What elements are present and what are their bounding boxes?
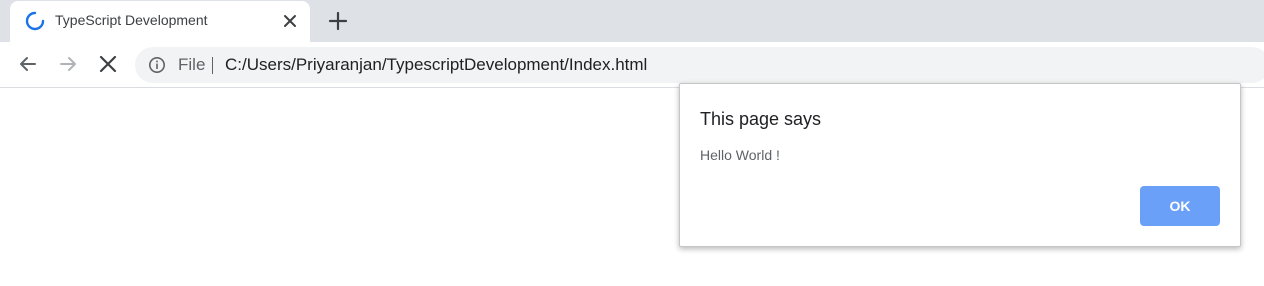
loading-spinner-icon — [25, 11, 45, 31]
tab-strip: TypeScript Development — [0, 0, 1264, 42]
tab-title: TypeScript Development — [55, 12, 208, 28]
dialog-message: Hello World ! — [700, 147, 780, 163]
browser-toolbar: File C:/Users/Priyaranjan/TypescriptDeve… — [0, 42, 1264, 88]
url-text[interactable]: C:/Users/Priyaranjan/TypescriptDevelopme… — [225, 55, 647, 75]
arrow-right-icon[interactable] — [54, 50, 82, 78]
dialog-title: This page says — [700, 109, 822, 129]
info-icon[interactable] — [148, 56, 166, 74]
plus-icon[interactable] — [326, 9, 350, 33]
scheme-label: File — [178, 55, 206, 74]
ok-button[interactable]: OK — [1140, 186, 1220, 226]
divider — [212, 57, 213, 74]
address-bar[interactable]: File C:/Users/Priyaranjan/TypescriptDeve… — [135, 47, 1264, 83]
stop-icon[interactable] — [94, 50, 122, 78]
close-icon[interactable] — [281, 12, 299, 30]
arrow-left-icon[interactable] — [14, 50, 42, 78]
alert-dialog: This page says Hello World ! OK — [679, 83, 1241, 247]
tab-typescript-development[interactable]: TypeScript Development — [10, 1, 310, 42]
